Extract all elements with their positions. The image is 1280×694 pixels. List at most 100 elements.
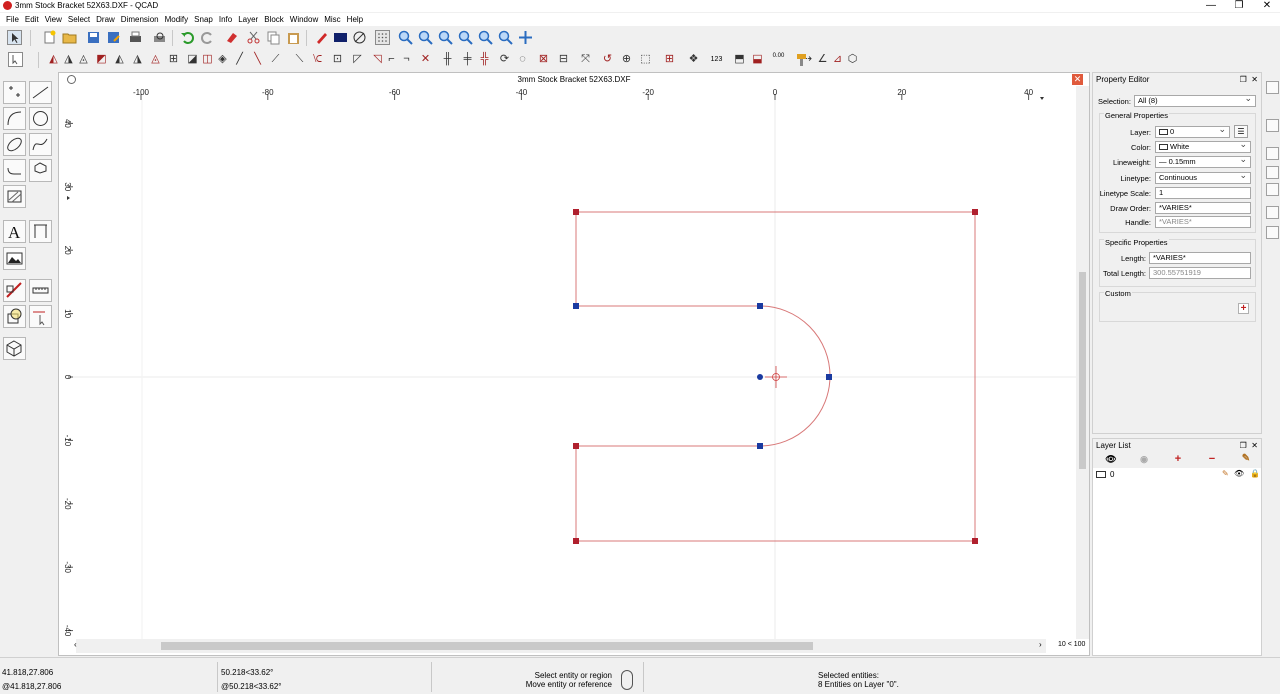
zoom-window-icon[interactable]: [478, 30, 493, 45]
arc-midpoint-handle[interactable]: [826, 374, 832, 380]
lineweight-combo[interactable]: — 0.15mm: [1155, 156, 1251, 168]
explode-icon[interactable]: ╪: [460, 52, 475, 67]
menu-window[interactable]: Window: [287, 13, 321, 26]
eraser-icon[interactable]: [224, 30, 239, 45]
scroll-left-icon[interactable]: ‹: [74, 640, 77, 649]
scroll-right-icon[interactable]: ›: [1039, 640, 1042, 649]
rotate-icon[interactable]: ⤧: [578, 52, 593, 67]
dock-button-icon[interactable]: [1266, 206, 1279, 219]
zoom-in-icon[interactable]: [398, 30, 413, 45]
dock-button-icon[interactable]: [1266, 166, 1279, 179]
color-combo[interactable]: White: [1155, 141, 1251, 153]
snap-center-icon[interactable]: ◩: [94, 52, 109, 67]
hide-all-layers-icon[interactable]: ◉: [1129, 453, 1159, 466]
layer-row[interactable]: 0 ✎ 👁 🔒: [1093, 469, 1261, 481]
snap-select-icon[interactable]: [8, 52, 23, 67]
paste-icon[interactable]: [286, 30, 301, 45]
drawing-canvas[interactable]: -100 -80 -60 -40 -20 0 20 40 40 30 20 10 0 -10 -20 -30…: [59, 86, 1076, 639]
snap-free-icon[interactable]: ◭: [46, 52, 61, 67]
select-tool[interactable]: [29, 305, 52, 328]
selection-combo[interactable]: All (8): [1134, 95, 1256, 107]
mirror-icon[interactable]: ⊠: [536, 52, 551, 67]
menu-block[interactable]: Block: [261, 13, 287, 26]
select-pointer-icon[interactable]: [7, 30, 22, 45]
remove-layer-icon[interactable]: −: [1197, 453, 1227, 466]
polyline-tool[interactable]: [3, 159, 26, 182]
menu-info[interactable]: Info: [216, 13, 235, 26]
print-preview-icon[interactable]: [152, 30, 167, 45]
add-layer-icon[interactable]: +: [1163, 453, 1193, 466]
copy-icon[interactable]: [266, 30, 281, 45]
vertical-scrollbar[interactable]: [1076, 86, 1089, 639]
ellipse-tool[interactable]: [3, 133, 26, 156]
snap-endpoint-icon[interactable]: ◬: [76, 52, 91, 67]
menu-help[interactable]: Help: [344, 13, 366, 26]
dock-button-icon[interactable]: [1266, 119, 1279, 132]
line-tool[interactable]: [29, 81, 52, 104]
print-icon[interactable]: [128, 30, 143, 45]
lengthen-icon[interactable]: ╫: [440, 52, 455, 67]
snap-tangent-icon[interactable]: ◪: [185, 52, 200, 67]
endpoint-handle[interactable]: [757, 443, 763, 449]
snap-auto-icon[interactable]: ◈: [215, 52, 230, 67]
bring-front-icon[interactable]: ⬒: [732, 52, 747, 67]
menu-edit[interactable]: Edit: [22, 13, 42, 26]
restrict-horizontal-icon[interactable]: ╲: [250, 52, 265, 67]
point-tool[interactable]: [3, 81, 26, 104]
close-icon[interactable]: ✕: [1251, 441, 1258, 450]
maximize-button[interactable]: ❐: [1224, 0, 1254, 12]
stretch-icon[interactable]: ¬: [399, 52, 414, 67]
decimal-format-icon[interactable]: 0.00: [771, 52, 786, 67]
extend-icon[interactable]: ◹: [370, 52, 385, 67]
menu-dimension[interactable]: Dimension: [118, 13, 162, 26]
offset-icon[interactable]: ⌐: [384, 52, 399, 67]
close-icon[interactable]: ✕: [1072, 74, 1083, 85]
snap-intersection-icon[interactable]: ◮: [130, 52, 145, 67]
open-folder-icon[interactable]: [62, 30, 77, 45]
menu-modify[interactable]: Modify: [162, 13, 192, 26]
angle-icon[interactable]: ∠: [815, 52, 830, 67]
send-back-icon[interactable]: ⬓: [750, 52, 765, 67]
redo-icon[interactable]: [200, 30, 215, 45]
restrict-icon[interactable]: ╱: [232, 52, 247, 67]
arc-tool[interactable]: [3, 107, 26, 130]
linetype-scale-field[interactable]: 1: [1155, 187, 1251, 199]
save-icon[interactable]: [86, 30, 101, 45]
block-tool[interactable]: [3, 305, 26, 328]
text-tool[interactable]: A: [3, 220, 26, 243]
zoom-selection-icon[interactable]: [498, 30, 513, 45]
break-icon[interactable]: ✕: [418, 52, 433, 67]
minimize-button[interactable]: —: [1196, 0, 1226, 12]
number-format-icon[interactable]: 123: [709, 52, 724, 67]
zoom-auto-icon[interactable]: [438, 30, 453, 45]
menu-snap[interactable]: Snap: [191, 13, 216, 26]
draw-order-field[interactable]: *VARIES*: [1155, 202, 1251, 214]
dimension-tool[interactable]: [29, 220, 52, 243]
dock-button-icon[interactable]: [1266, 81, 1279, 94]
measure-tool[interactable]: [29, 279, 52, 302]
pen-icon[interactable]: [314, 30, 329, 45]
arc-center-handle[interactable]: [757, 374, 763, 380]
restrict-ortho-icon[interactable]: ⟍: [292, 52, 307, 67]
marker-icon[interactable]: ❖: [686, 52, 701, 67]
snap-perpendicular-icon[interactable]: ⊞: [166, 52, 181, 67]
linetype-combo[interactable]: Continuous: [1155, 172, 1251, 184]
attribute-icon[interactable]: ⊞: [662, 52, 677, 67]
trim-icon[interactable]: ◸: [350, 52, 365, 67]
color-palette-icon[interactable]: [333, 30, 348, 45]
menu-draw[interactable]: Draw: [93, 13, 118, 26]
layer-edit-icon[interactable]: ✎: [1222, 469, 1229, 478]
hatch-tool[interactable]: [3, 185, 26, 208]
align-icon[interactable]: ⟳: [497, 52, 512, 67]
no-color-icon[interactable]: [352, 30, 367, 45]
scale-icon[interactable]: ◌: [515, 52, 530, 67]
snap-relative-icon[interactable]: ⊡: [330, 52, 345, 67]
zoom-out-icon[interactable]: [418, 30, 433, 45]
snap-on-entity-icon[interactable]: ⟈: [310, 52, 325, 67]
3d-view-tool[interactable]: [3, 337, 26, 360]
menu-misc[interactable]: Misc: [321, 13, 343, 26]
endpoint-handle[interactable]: [757, 303, 763, 309]
divide-icon[interactable]: ╬: [477, 52, 492, 67]
corner-handle[interactable]: [972, 538, 978, 544]
image-tool[interactable]: [3, 247, 26, 270]
